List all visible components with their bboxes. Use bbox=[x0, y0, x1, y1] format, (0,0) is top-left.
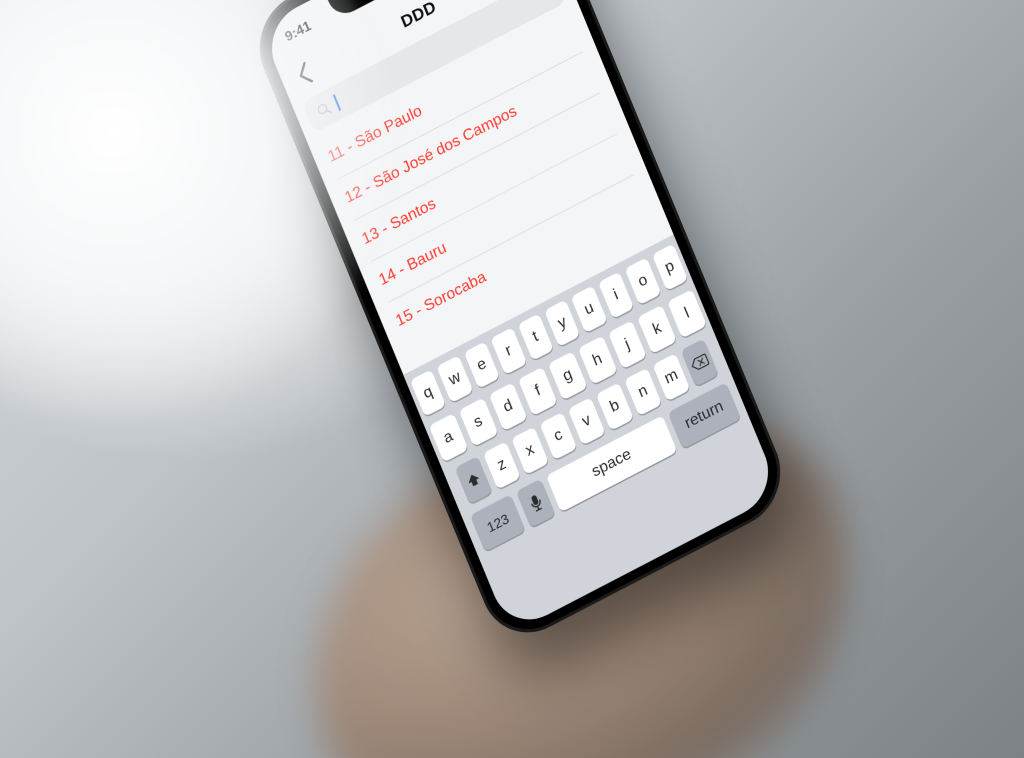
back-button[interactable] bbox=[282, 49, 327, 98]
search-icon bbox=[314, 99, 334, 121]
chevron-left-icon bbox=[294, 61, 315, 87]
backspace-icon bbox=[689, 352, 710, 373]
page-title: DDD bbox=[398, 0, 439, 32]
key[interactable]: l bbox=[667, 289, 707, 338]
screen: 9:41 DDD bbox=[259, 0, 780, 634]
symbols-key[interactable]: 123 bbox=[470, 494, 526, 552]
shift-icon bbox=[464, 469, 484, 491]
microphone-icon bbox=[527, 492, 545, 514]
status-time: 9:41 bbox=[282, 17, 313, 44]
text-caret bbox=[333, 94, 342, 111]
scene-background: 9:41 DDD bbox=[0, 0, 1024, 758]
